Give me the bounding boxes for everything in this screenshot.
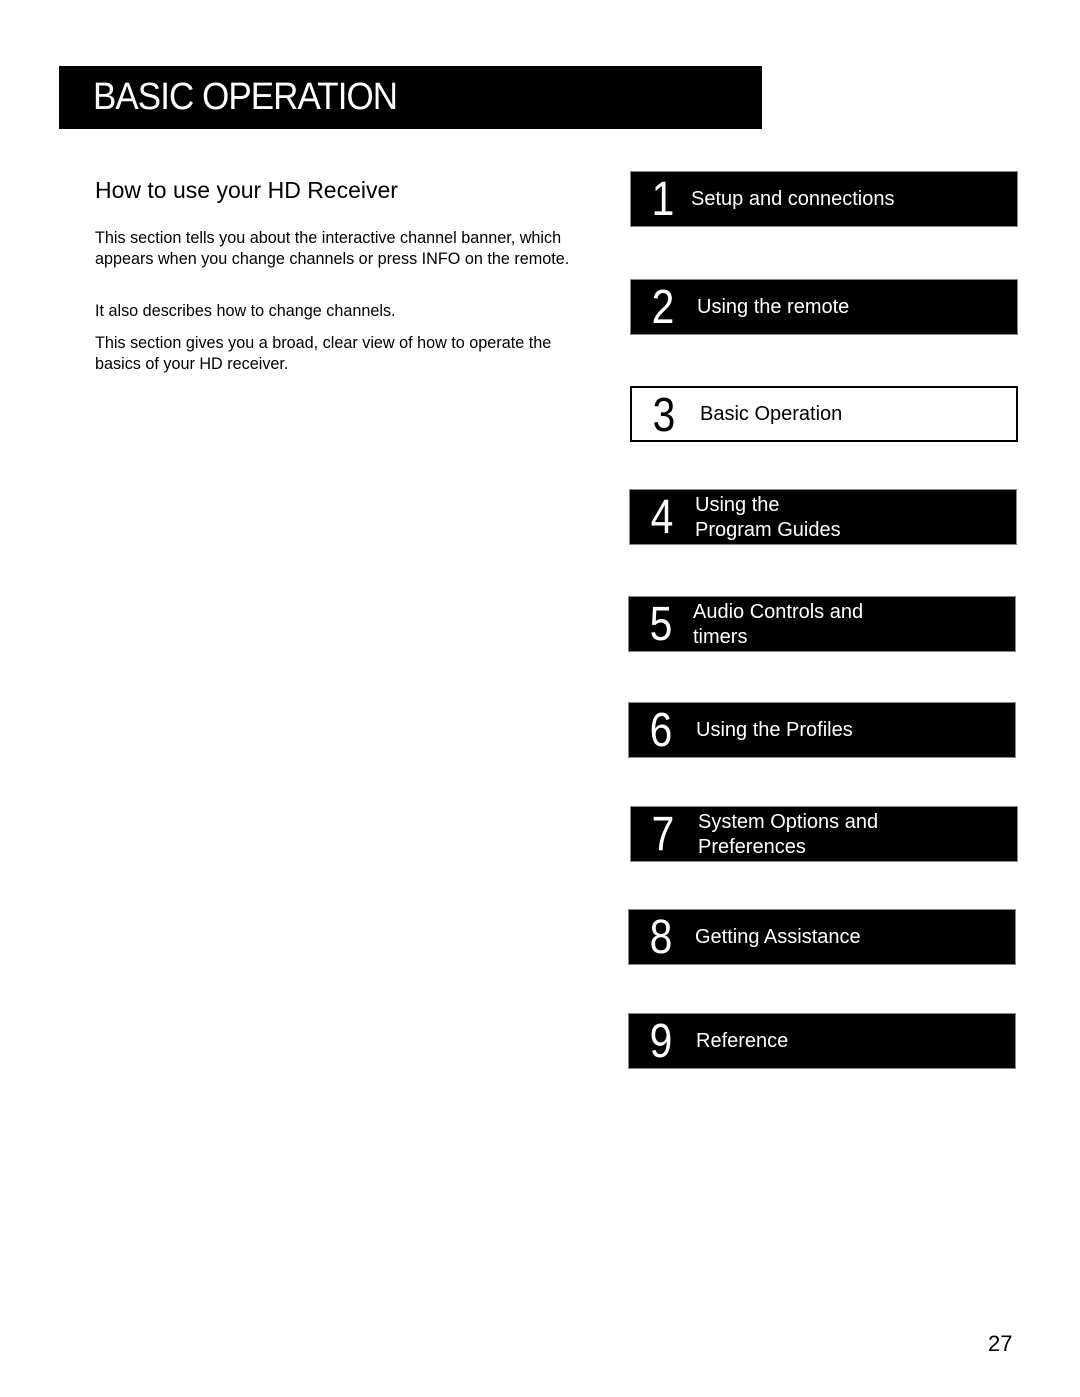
chapter-tab-using-the-remote[interactable]: 2 Using the remote <box>630 279 1018 335</box>
chapter-number: 3 <box>652 389 676 442</box>
chapter-tab-getting-assistance[interactable]: 8 Getting Assistance <box>628 909 1016 965</box>
chapter-number: 2 <box>651 281 675 334</box>
chapter-tab-audio-controls-and-timers[interactable]: 5 Audio Controls and timers <box>628 596 1016 652</box>
chapter-title: BASIC OPERATION <box>93 76 398 118</box>
chapter-tab-using-the-profiles[interactable]: 6 Using the Profiles <box>628 702 1016 758</box>
chapter-number: 6 <box>649 704 673 757</box>
chapter-number: 1 <box>651 173 675 226</box>
chapter-label: Using the Profiles <box>696 718 853 741</box>
chapter-tab-basic-operation[interactable]: 3 Basic Operation <box>630 386 1018 442</box>
chapter-tab-reference[interactable]: 9 Reference <box>628 1013 1016 1069</box>
chapter-number: 8 <box>649 911 673 964</box>
chapter-tab-setup-and-connections[interactable]: 1 Setup and connections <box>630 171 1018 227</box>
chapter-label: Using the Program Guides <box>695 494 841 541</box>
chapter-label: System Options and Preferences <box>698 811 879 858</box>
page-number: 27 <box>988 1331 1013 1356</box>
chapter-label: Setup and connections <box>691 187 895 210</box>
intro-paragraph: This section tells you about the interac… <box>95 229 570 268</box>
chapter-number: 5 <box>649 598 673 651</box>
chapter-number: 9 <box>649 1015 673 1068</box>
chapter-number: 7 <box>651 808 675 861</box>
description-paragraph: It also describes how to change channels… <box>95 302 396 320</box>
chapter-tab-system-options[interactable]: 7 System Options and Preferences <box>630 806 1018 862</box>
chapter-banner: BASIC OPERATION <box>59 66 762 129</box>
chapter-label: Reference <box>696 1029 789 1052</box>
chapter-index: 1 Setup and connections 2 Using the remo… <box>0 0 1080 1397</box>
overview-paragraph: This section gives you a broad, clear vi… <box>95 334 552 373</box>
chapter-label: Using the remote <box>697 295 850 318</box>
chapter-label: Getting Assistance <box>695 925 861 948</box>
section-heading: How to use your HD Receiver <box>95 177 398 203</box>
chapter-tab-program-guides[interactable]: 4 Using the Program Guides <box>629 489 1017 545</box>
chapter-label: Basic Operation <box>700 402 843 425</box>
chapter-number: 4 <box>650 491 674 544</box>
chapter-label: Audio Controls and timers <box>693 601 864 648</box>
